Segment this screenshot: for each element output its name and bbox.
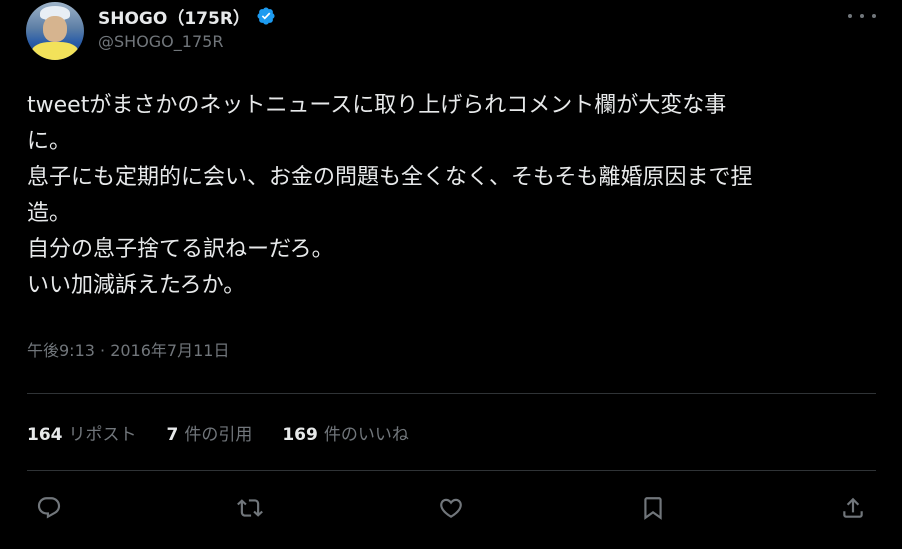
repost-count: 164: [27, 424, 63, 445]
action-bar: [27, 490, 876, 526]
divider: [27, 470, 876, 471]
more-dot: [848, 14, 852, 18]
author-handle[interactable]: @SHOGO_175R: [98, 32, 223, 51]
quote-count-link[interactable]: 7 件の引用: [167, 420, 253, 445]
share-button[interactable]: [835, 490, 871, 526]
quote-count: 7: [166, 424, 179, 445]
more-dot: [872, 14, 876, 18]
repost-count-link[interactable]: 164 リポスト: [27, 420, 137, 445]
reply-icon: [37, 497, 61, 519]
like-count: 169: [282, 424, 318, 445]
divider: [27, 393, 876, 394]
like-icon: [440, 498, 462, 518]
tweet-text-line: tweetがまさかのネットニュースに取り上げられコメント欄が大変な事: [27, 93, 727, 118]
avatar[interactable]: [26, 2, 84, 60]
repost-button[interactable]: [232, 490, 268, 526]
author-name-row: SHOGO（175R）: [98, 4, 276, 29]
repost-icon: [237, 499, 263, 517]
tweet-text-line: 造。: [27, 201, 72, 226]
bookmark-icon: [644, 497, 662, 520]
engagement-stats: 164 リポスト 7 件の引用 169 件のいいね: [27, 420, 439, 445]
tweet-text-line: に。: [27, 129, 72, 154]
reply-button[interactable]: [31, 490, 67, 526]
tweet-text: tweetがまさかのネットニュースに取り上げられコメント欄が大変な事 に。 息子…: [27, 88, 877, 304]
more-dot: [860, 14, 864, 18]
repost-label: リポスト: [68, 424, 137, 445]
share-icon: [843, 497, 863, 518]
like-count-link[interactable]: 169 件のいいね: [282, 420, 409, 445]
more-icon[interactable]: [848, 8, 876, 24]
quote-label: 件の引用: [184, 424, 253, 445]
bookmark-button[interactable]: [635, 490, 671, 526]
tweet-detail: SHOGO（175R） @SHOGO_175R tweetがまさかのネットニュー…: [0, 0, 902, 549]
verified-badge-icon: [256, 6, 276, 26]
like-label: 件のいいね: [323, 424, 409, 445]
author-display-name[interactable]: SHOGO（175R）: [98, 4, 250, 29]
like-button[interactable]: [433, 490, 469, 526]
avatar-face: [43, 16, 67, 42]
tweet-text-line: 息子にも定期的に会い、お金の問題も全くなく、そもそも離婚原因まで捏: [27, 165, 753, 190]
avatar-shirt: [32, 42, 78, 60]
tweet-timestamp[interactable]: 午後9:13 · 2016年7月11日: [27, 337, 229, 361]
tweet-text-line: いい加減訴えたろか。: [27, 273, 246, 298]
tweet-text-line: 自分の息子捨てる訳ねーだろ。: [27, 237, 334, 262]
